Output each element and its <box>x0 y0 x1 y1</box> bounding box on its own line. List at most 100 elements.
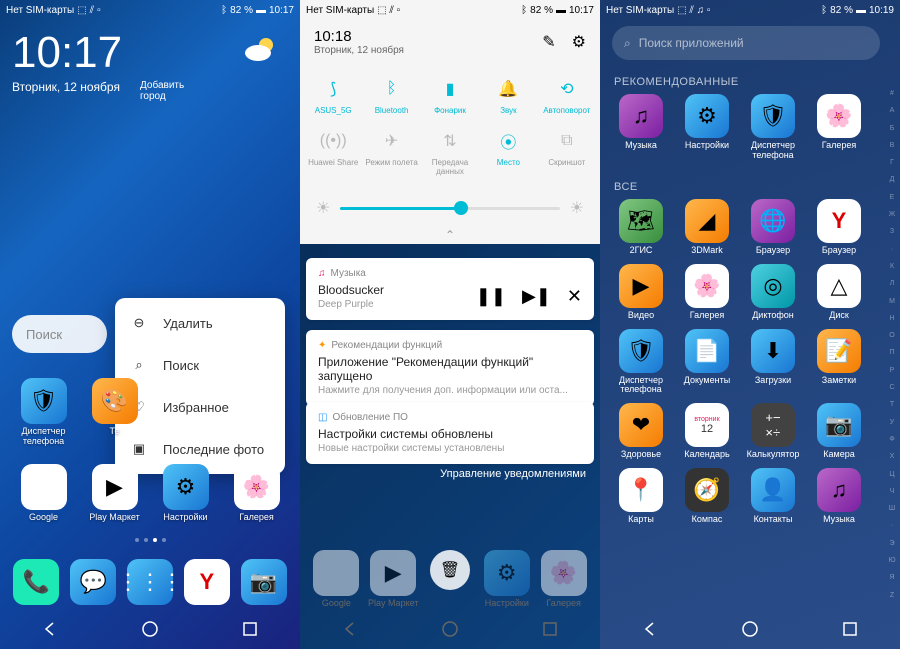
app-yandex-browser[interactable]: YБраузер <box>806 199 872 256</box>
add-city-link[interactable]: Добавить город <box>140 80 184 102</box>
app-gallery[interactable]: 🌸Галерея <box>806 94 872 161</box>
app-2gis[interactable]: 🗺2ГИС <box>608 199 674 256</box>
qs-airplane[interactable]: ✈Режим полета <box>362 122 420 183</box>
notification-panel-screen: Google ▶Play Маркет 🗑 ⚙Настройки 🌸Галере… <box>300 0 600 649</box>
settings-icon[interactable]: ⚙ <box>572 32 586 52</box>
app-calendar[interactable]: вторник12Календарь <box>674 403 740 460</box>
nav-back[interactable] <box>330 609 370 649</box>
app-phone-manager[interactable]: 🛡Диспетчер телефона <box>608 329 674 396</box>
app-contacts[interactable]: 👤Контакты <box>740 468 806 525</box>
dock-yandex[interactable]: Y <box>178 559 235 605</box>
app-video[interactable]: ▶Видео <box>608 264 674 321</box>
qs-sound[interactable]: 🔔Звук <box>479 70 537 122</box>
app-recorder[interactable]: ◎Диктофон <box>740 264 806 321</box>
app-music[interactable]: ♫Музыка <box>806 468 872 525</box>
screenshot-icon: ⧉ <box>554 128 580 154</box>
all-apps-grid: 🗺2ГИС ◢3DMark 🌐Браузер YБраузер ▶Видео 🌸… <box>600 193 886 533</box>
brightness-slider[interactable]: ☀ ☀ <box>300 190 600 226</box>
notification-recommendations[interactable]: ✦Рекомендации функций Приложение "Рекоме… <box>306 330 594 406</box>
nav-recent[interactable] <box>230 609 270 649</box>
qs-flashlight[interactable]: ▮Фонарик <box>421 70 479 122</box>
data-icon: ⇅ <box>437 128 463 154</box>
app-gallery[interactable]: 🌸Галерея <box>674 264 740 321</box>
app-settings: ⚙Настройки <box>478 550 535 609</box>
qs-autorotate[interactable]: ⟲Автоповорот <box>538 70 596 122</box>
app-gallery[interactable]: 🌸Галерея <box>228 464 286 523</box>
qs-wifi[interactable]: ⟆ASUS_5G <box>304 70 362 122</box>
clock-widget[interactable]: 10:17 Добавить город Вторник, 12 ноября <box>12 28 122 94</box>
collapse-icon[interactable]: ⌃ <box>300 226 600 244</box>
app-phone-manager[interactable]: 🛡Диспетчер телефона <box>15 378 73 447</box>
weather-icon[interactable] <box>244 35 280 68</box>
next-button[interactable]: ▶❚ <box>522 286 551 307</box>
qs-screenshot[interactable]: ⧉Скриншот <box>538 122 596 183</box>
nav-bar <box>600 609 900 649</box>
qs-data[interactable]: ⇅Передача данных <box>421 122 479 183</box>
app-drive[interactable]: △Диск <box>806 264 872 321</box>
share-icon: ((•)) <box>320 128 346 154</box>
manage-notifications-link[interactable]: Управление уведомлениями <box>300 462 600 486</box>
wifi-icon: ⫽ <box>90 5 94 16</box>
app-compass[interactable]: 🧭Компас <box>674 468 740 525</box>
app-drawer-screen: Нет SIM-карты⬚ ⫽ ♫ ▫ ᛒ82 %▬10:19 ⌕ Поиск… <box>600 0 900 649</box>
app-themes[interactable]: 🎨Те <box>86 378 144 447</box>
music-notification[interactable]: ♫Музыка Bloodsucker Deep Purple ❚❚ ▶❚ ✕ <box>306 258 594 320</box>
app-notes[interactable]: 📝Заметки <box>806 329 872 396</box>
dock-camera[interactable]: 📷 <box>235 559 292 605</box>
photo-icon: ▫ <box>97 5 101 16</box>
dock-messages[interactable]: 💬 <box>65 559 122 605</box>
menu-delete[interactable]: ⊖Удалить <box>115 302 285 344</box>
dock-drawer[interactable]: ⋮⋮⋮ <box>122 559 179 605</box>
nav-back[interactable] <box>630 609 670 649</box>
close-button[interactable]: ✕ <box>567 286 582 307</box>
rotate-icon: ⟲ <box>554 76 580 102</box>
sun-low-icon: ☀ <box>316 198 330 218</box>
app-maps[interactable]: 📍Карты <box>608 468 674 525</box>
app-music[interactable]: ♫Музыка <box>608 94 674 161</box>
nav-back[interactable] <box>30 609 70 649</box>
drawer-search[interactable]: ⌕ Поиск приложений <box>612 26 880 60</box>
pause-button[interactable]: ❚❚ <box>476 286 506 307</box>
airplane-icon: ✈ <box>379 128 405 154</box>
panel-date: Вторник, 12 ноября <box>314 45 404 56</box>
section-all: ВСЕ <box>600 181 886 193</box>
home-screen: Нет SIM-карты⬚⫽▫ ᛒ82 %▬10:17 10:17 Добав… <box>0 0 300 649</box>
qs-bluetooth[interactable]: ᛒBluetooth <box>362 70 420 122</box>
notification-update[interactable]: ◫Обновление ПО Настройки системы обновле… <box>306 402 594 464</box>
app-docs[interactable]: 📄Документы <box>674 329 740 396</box>
nav-home[interactable] <box>130 609 170 649</box>
bell-icon: 🔔 <box>495 76 521 102</box>
app-row: Google ▶Play Маркет ⚙Настройки 🌸Галерея <box>0 464 300 523</box>
app-calculator[interactable]: +−×÷Калькулятор <box>740 403 806 460</box>
app-camera[interactable]: 📷Камера <box>806 403 872 460</box>
edit-icon[interactable]: ✎ <box>542 32 555 52</box>
nav-recent[interactable] <box>530 609 570 649</box>
app-browser[interactable]: 🌐Браузер <box>740 199 806 256</box>
app-downloads[interactable]: ⬇Загрузки <box>740 329 806 396</box>
nav-home[interactable] <box>430 609 470 649</box>
section-recommended: РЕКОМЕНДОВАННЫЕ <box>600 76 886 88</box>
background-apps: Google ▶Play Маркет 🗑 ⚙Настройки 🌸Галере… <box>300 550 600 609</box>
trash-target[interactable]: 🗑 <box>422 550 479 609</box>
nav-home[interactable] <box>730 609 770 649</box>
dock-phone[interactable]: 📞 <box>8 559 65 605</box>
az-index[interactable]: #АБВГДЕЖЗ·КЛМНОПРСТУФХЦЧШ·ЭЮЯZ <box>886 90 898 599</box>
app-health[interactable]: ❤Здоровье <box>608 403 674 460</box>
app-phone-manager[interactable]: 🛡Диспетчер телефона <box>740 94 806 161</box>
spark-icon: ✦ <box>318 340 326 351</box>
nav-recent[interactable] <box>830 609 870 649</box>
app-3dmark[interactable]: ◢3DMark <box>674 199 740 256</box>
app-settings[interactable]: ⚙Настройки <box>674 94 740 161</box>
qs-share[interactable]: ((•))Huawei Share <box>304 122 362 183</box>
bluetooth-icon: ᛒ <box>379 76 405 102</box>
battery-icon: ▬ <box>256 5 266 16</box>
app-settings[interactable]: ⚙Настройки <box>157 464 215 523</box>
minus-icon: ⊖ <box>129 313 149 333</box>
app-play[interactable]: ▶Play Маркет <box>86 464 144 523</box>
nav-bar <box>0 609 300 649</box>
status-bar: Нет SIM-карты⬚ ⫽ ▫ ᛒ82 %▬10:17 <box>300 0 600 20</box>
app-google[interactable]: Google <box>15 464 73 523</box>
qs-location[interactable]: ⦿Место <box>479 122 537 183</box>
music-note-icon: ♫ <box>318 268 326 279</box>
search-bar[interactable]: Поиск <box>12 315 107 353</box>
